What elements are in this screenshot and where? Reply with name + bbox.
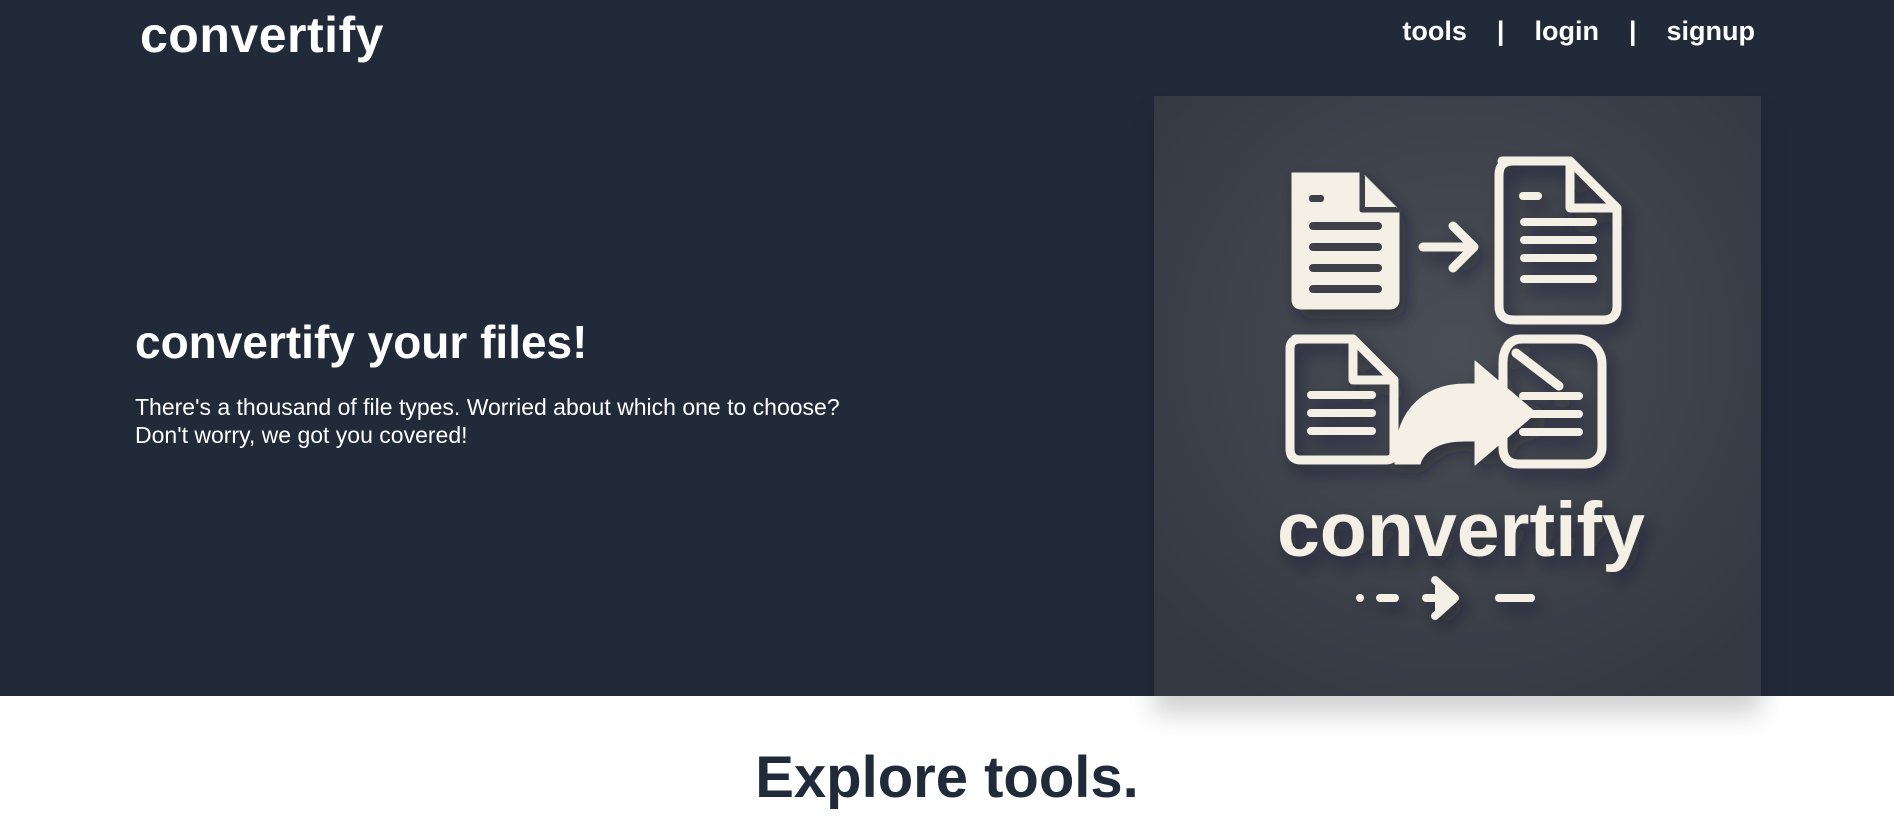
top-navigation: tools | login | signup <box>1402 13 1755 49</box>
hero-description: There's a thousand of file types. Worrie… <box>135 393 925 449</box>
nav-separator: | <box>1496 16 1505 46</box>
nav-separator: | <box>1628 16 1637 46</box>
hero-copy: convertify your files! There's a thousan… <box>135 316 925 449</box>
nav-link-login[interactable]: login <box>1534 13 1598 49</box>
illustration-logo-text: convertify <box>1277 487 1645 573</box>
conversion-illustration: convertify <box>1154 96 1761 696</box>
hero-illustration: convertify <box>1154 96 1761 696</box>
brand-logo[interactable]: convertify <box>140 6 384 64</box>
hero-description-line-2: Don't worry, we got you covered! <box>135 422 468 448</box>
document-icon <box>1291 170 1402 310</box>
hero-description-line-1: There's a thousand of file types. Worrie… <box>135 394 840 420</box>
section-title: Explore tools. <box>755 745 1139 810</box>
nav-link-tools[interactable]: tools <box>1402 13 1467 49</box>
hero-section: convertify tools | login | signup conver… <box>0 0 1894 696</box>
hero-title: convertify your files! <box>135 316 588 368</box>
nav-link-signup[interactable]: signup <box>1667 13 1756 49</box>
